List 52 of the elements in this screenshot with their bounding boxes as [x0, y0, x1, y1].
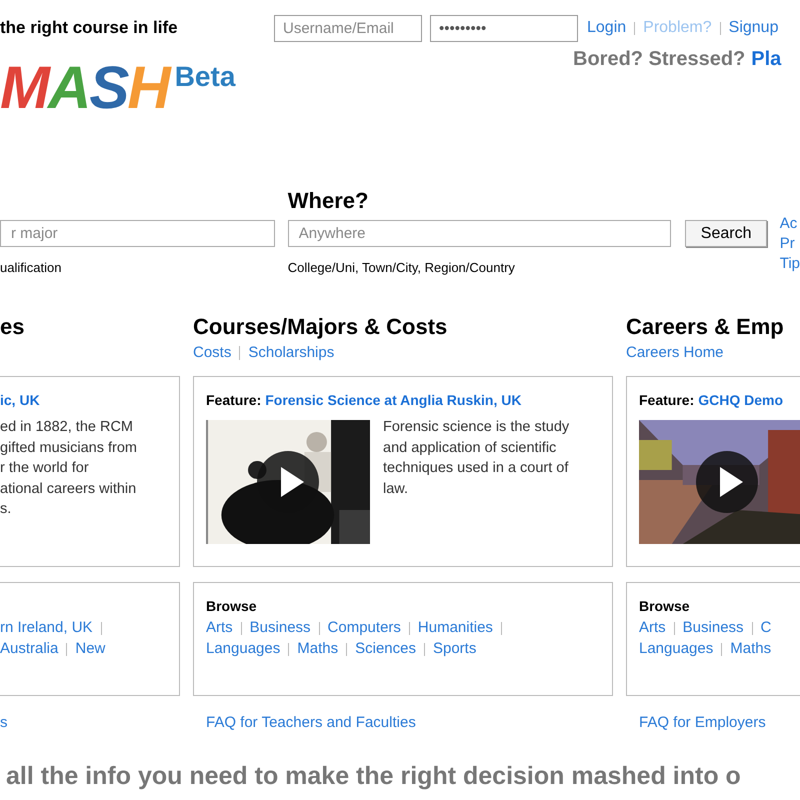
browse-heading: Browse — [206, 597, 258, 616]
browse-link[interactable]: Arts — [206, 617, 233, 640]
password-field[interactable]: ••••••••• — [430, 14, 578, 42]
section-heading: es — [0, 313, 26, 341]
promo-link[interactable]: Pla — [751, 44, 782, 140]
header-link[interactable]: Signup — [728, 16, 778, 40]
feature-title[interactable]: Feature: GCHQ Demo — [639, 390, 800, 411]
side-link[interactable]: Tip — [780, 254, 800, 274]
section-heading: Courses/Majors & Costs — [193, 313, 448, 341]
faq-link[interactable]: FAQ for Teachers and Faculties — [206, 714, 416, 731]
search-field[interactable]: r major — [0, 220, 275, 247]
section-link[interactable]: Costs — [193, 342, 232, 364]
faq-link[interactable]: s — [0, 714, 8, 731]
feature-title[interactable]: Feature: Forensic Science at Anglia Ruskin, UK — [206, 390, 600, 411]
play-icon[interactable] — [696, 451, 758, 513]
search-button[interactable]: Search — [685, 220, 768, 247]
browse-link[interactable]: Australia — [0, 638, 58, 661]
header-link[interactable]: Login — [587, 16, 626, 40]
browse-link[interactable]: Sciences — [355, 638, 416, 661]
browse-link[interactable]: Humanities — [418, 617, 493, 640]
section-link[interactable]: Careers Home — [626, 342, 724, 364]
section-link[interactable]: Scholarships — [248, 342, 334, 364]
browse-link[interactable]: New — [75, 638, 106, 661]
feature-title[interactable]: ic, UK — [0, 390, 167, 411]
username-field[interactable]: Username/Email — [274, 14, 422, 42]
section-heading: Careers & Emp — [626, 313, 785, 341]
promo-text: Bored? Stressed? — [573, 47, 746, 72]
field-hint: ualification — [0, 259, 62, 277]
browse-link[interactable]: Business — [682, 617, 744, 640]
browse-link[interactable]: Languages — [206, 638, 280, 661]
beta-label: Beta — [174, 60, 236, 94]
browse-link[interactable]: rn Ireland, UK — [0, 617, 93, 640]
browse-link[interactable]: C — [760, 617, 772, 640]
browse-link[interactable]: Languages — [639, 638, 714, 661]
browse-link[interactable]: Computers — [328, 617, 401, 640]
browse-heading: Browse — [639, 597, 691, 616]
browse-link[interactable]: Sports — [432, 638, 476, 661]
feature-description: ed in 1882, the RCM gifted musicians from r the world for ational careers within s. — [0, 418, 137, 519]
tagline: the right course in life — [0, 17, 179, 40]
side-link[interactable]: Pr — [780, 234, 800, 254]
logo-wordmark: MASH — [0, 58, 169, 118]
field-label: Where? — [288, 187, 368, 215]
field-hint: College/Uni, Town/City, Region/Country — [288, 259, 516, 277]
footer-tagline: all the info you need to make the right decision mashed into o — [5, 761, 742, 792]
feature-description: Forensic science is the study and application of scientific techniques used in a court of law. — [383, 418, 570, 498]
browse-link[interactable]: Maths — [297, 638, 338, 661]
browse-link[interactable]: Arts — [639, 617, 666, 640]
faq-link[interactable]: FAQ for Employers — [639, 714, 766, 731]
search-field[interactable]: Anywhere — [288, 220, 672, 247]
browse-link[interactable]: Maths — [730, 638, 772, 661]
side-link[interactable]: Ac — [780, 214, 800, 234]
browse-link[interactable]: Business — [250, 617, 311, 640]
